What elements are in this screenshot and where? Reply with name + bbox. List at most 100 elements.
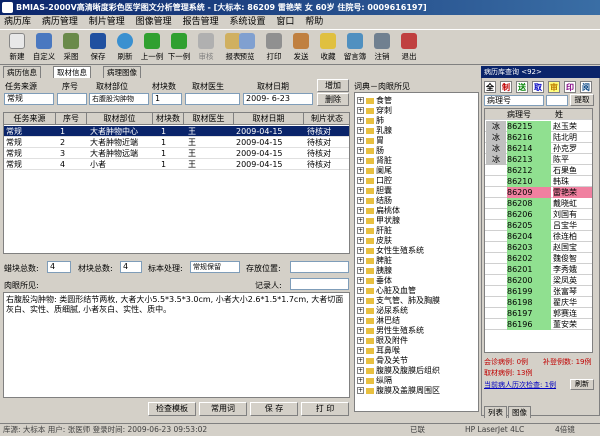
list-item[interactable]: 冰 86215 赵玉荣 xyxy=(485,121,592,132)
expand-icon[interactable]: + xyxy=(357,357,364,364)
tab-list[interactable]: 列表 xyxy=(484,406,507,418)
list-item[interactable]: 86201 李秀娥 xyxy=(485,264,592,275)
save-button[interactable]: 保存 xyxy=(85,32,111,64)
expand-icon[interactable]: + xyxy=(357,247,364,254)
list-item[interactable]: 86199 张富琴 xyxy=(485,286,592,297)
list-item[interactable]: 86212 石果鱼 xyxy=(485,165,592,176)
template-button[interactable]: 检查模板 xyxy=(148,402,196,416)
expand-icon[interactable]: + xyxy=(357,187,364,194)
expand-icon[interactable]: + xyxy=(357,267,364,274)
refresh-button[interactable]: 刷新 xyxy=(112,32,138,64)
list-item[interactable]: 86205 吕宝华 xyxy=(485,220,592,231)
expand-icon[interactable]: + xyxy=(357,217,364,224)
review-button[interactable]: 审核 xyxy=(193,32,219,64)
list-item[interactable]: 86204 徐连柏 xyxy=(485,231,592,242)
list-item[interactable]: 冰 86214 孙克罗 xyxy=(485,143,592,154)
send-button[interactable]: 发送 xyxy=(288,32,314,64)
menu-item[interactable]: 系统设置 xyxy=(225,15,269,29)
add-button[interactable]: 增加 xyxy=(317,79,349,92)
list-item-selected[interactable]: 86209 雷艳荣 xyxy=(485,187,592,198)
expand-icon[interactable]: + xyxy=(357,377,364,384)
column-header[interactable]: 取材日期 xyxy=(234,113,304,125)
column-header[interactable]: 取材部位 xyxy=(87,113,153,125)
expand-icon[interactable]: + xyxy=(357,337,364,344)
menu-item[interactable]: 病历库 xyxy=(0,15,35,29)
expand-icon[interactable]: + xyxy=(357,97,364,104)
menu-item[interactable]: 窗口 xyxy=(272,15,298,29)
expand-icon[interactable]: + xyxy=(357,327,364,334)
menu-item[interactable]: 病历管理 xyxy=(38,15,82,29)
table-row[interactable]: 常规 1 大者肿物中心 1 王 2009-04-15 待核对 xyxy=(4,126,349,137)
list-item[interactable]: 86206 刘国有 xyxy=(485,209,592,220)
new-button[interactable]: 新建 xyxy=(4,32,30,64)
part-input[interactable]: 右腹股沟肿物 xyxy=(89,93,149,105)
preview-button[interactable]: 预览 xyxy=(234,32,260,64)
search-input[interactable] xyxy=(546,95,568,106)
expand-icon[interactable]: + xyxy=(357,277,364,284)
expand-icon[interactable]: + xyxy=(357,177,364,184)
expand-icon[interactable]: + xyxy=(357,317,364,324)
expand-icon[interactable]: + xyxy=(357,347,364,354)
table-row[interactable]: 常规 3 大者肿物远端 1 王 2009-04-15 待核对 xyxy=(4,148,349,159)
material-count-input[interactable]: 4 xyxy=(120,261,142,273)
expand-icon[interactable]: + xyxy=(357,367,364,374)
expand-icon[interactable]: + xyxy=(357,117,364,124)
history-count[interactable]: 当前病人历次检查: 1例 xyxy=(484,380,556,390)
prev-button[interactable]: 上一例 xyxy=(139,32,165,64)
next-button[interactable]: 下一例 xyxy=(166,32,192,64)
source-select[interactable]: 常规 xyxy=(4,93,54,105)
expand-icon[interactable]: + xyxy=(357,107,364,114)
filter-all[interactable]: 全 xyxy=(484,81,496,93)
expand-icon[interactable]: + xyxy=(357,297,364,304)
list-item[interactable]: 86200 梁凤英 xyxy=(485,275,592,286)
column-header[interactable]: 材块数 xyxy=(153,113,184,125)
fetch-button[interactable]: 提取 xyxy=(570,94,594,106)
refresh-list-button[interactable]: 刷新 xyxy=(570,379,594,390)
exit-button[interactable]: 退出 xyxy=(396,32,422,64)
column-header[interactable]: 取材医生 xyxy=(184,113,234,125)
search-field-select[interactable]: 病理号 xyxy=(484,95,544,106)
message-button[interactable]: 留言簿 xyxy=(342,32,368,64)
expand-icon[interactable]: + xyxy=(357,227,364,234)
menu-item[interactable]: 制片管理 xyxy=(85,15,129,29)
list-item[interactable]: 86203 赵国宝 xyxy=(485,242,592,253)
filter-read[interactable]: 阅 xyxy=(580,81,592,93)
print-text-button[interactable]: 打 印 xyxy=(301,402,349,416)
expand-icon[interactable]: + xyxy=(357,167,364,174)
list-item[interactable]: 86196 董安荣 xyxy=(485,319,592,330)
filter-printed[interactable]: 印 xyxy=(564,81,576,93)
print-button[interactable]: 打印 xyxy=(261,32,287,64)
expand-icon[interactable]: + xyxy=(357,137,364,144)
delete-button[interactable]: 删除 xyxy=(317,93,349,106)
description-textarea[interactable]: 右腹股沟肿物: 类圆形结节两枚, 大者大小5.5*3.5*3.0cm, 小者大小… xyxy=(3,292,350,398)
custom-button[interactable]: 自定义 xyxy=(31,32,57,64)
list-item[interactable]: 冰 86216 陆北明 xyxy=(485,132,592,143)
expand-icon[interactable]: + xyxy=(357,207,364,214)
tree-item[interactable]: + 腹膜及盖膜周围区 xyxy=(357,385,440,397)
date-picker[interactable]: 2009- 6-23 xyxy=(243,93,313,105)
expand-icon[interactable]: + xyxy=(357,387,364,394)
expand-icon[interactable]: + xyxy=(357,237,364,244)
column-header[interactable]: 序号 xyxy=(56,113,87,125)
expand-icon[interactable]: + xyxy=(357,157,364,164)
recorder-input[interactable] xyxy=(290,278,349,290)
list-item[interactable]: 86202 魏俊智 xyxy=(485,253,592,264)
list-item[interactable]: 冰 86213 陈平 xyxy=(485,154,592,165)
logout-button[interactable]: 注销 xyxy=(369,32,395,64)
list-item[interactable]: 86198 翟庆华 xyxy=(485,297,592,308)
tab-image[interactable]: 图像 xyxy=(508,406,531,418)
process-select[interactable]: 常规保留 xyxy=(190,261,240,273)
menu-item[interactable]: 图像管理 xyxy=(132,15,176,29)
expand-icon[interactable]: + xyxy=(357,307,364,314)
filter-sent[interactable]: 送 xyxy=(516,81,528,93)
tab-sampling-info[interactable]: 取材信息 xyxy=(53,66,91,78)
expand-icon[interactable]: + xyxy=(357,257,364,264)
column-header[interactable]: 制片状态 xyxy=(304,113,349,125)
filter-sampled[interactable]: 取 xyxy=(532,81,544,93)
blocks-input[interactable]: 1 xyxy=(152,93,182,105)
wax-count-input[interactable]: 4 xyxy=(47,261,71,273)
filter-production[interactable]: 制 xyxy=(500,81,512,93)
tab-case-info[interactable]: 病历信息 xyxy=(3,66,41,78)
filter-reviewed[interactable]: 审 xyxy=(548,81,560,93)
common-words-button[interactable]: 常用词 xyxy=(199,402,247,416)
